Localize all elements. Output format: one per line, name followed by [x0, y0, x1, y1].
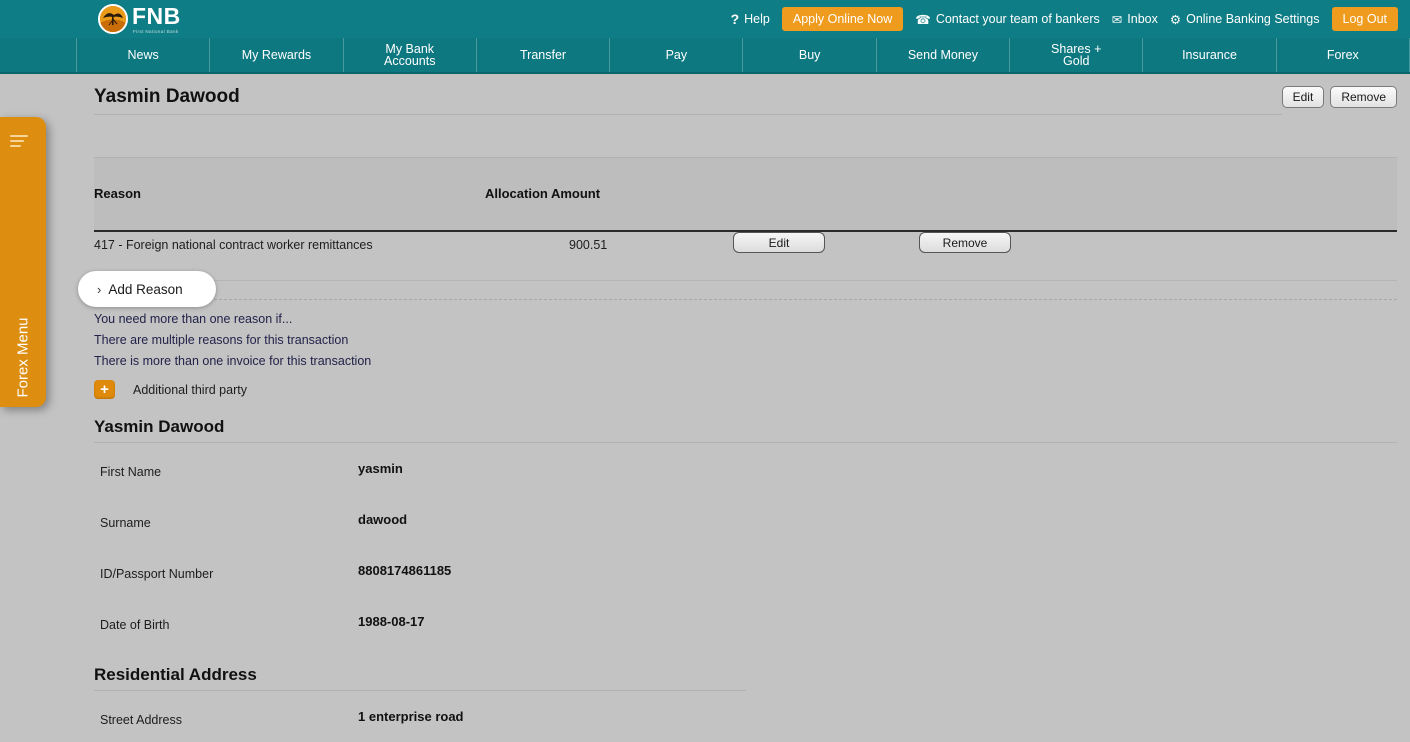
additional-third-party-row[interactable]: + Additional third party [94, 380, 1397, 399]
reasons-table-header: Reason Allocation Amount [94, 158, 1397, 232]
field-label: First Name [100, 465, 162, 479]
field-label: Surname [100, 516, 151, 530]
nav-item-my-rewards[interactable]: My Rewards [210, 38, 344, 72]
field-label: Street Address [100, 713, 182, 727]
row-edit-button[interactable]: Edit [733, 232, 825, 253]
table-row: 417 - Foreign national contract worker r… [94, 232, 1397, 281]
nav-label-line2: Accounts [384, 54, 436, 68]
help-label: Help [744, 12, 770, 26]
field-value: 1 enterprise road [358, 709, 464, 724]
nav-item-insurance[interactable]: Insurance [1143, 38, 1277, 72]
nav-label: Transfer [520, 48, 567, 62]
main-content: Yasmin Dawood Edit Remove Reason Allocat… [0, 74, 1410, 742]
notes-line-2: There is more than one invoice for this … [94, 354, 372, 368]
dashed-divider [94, 298, 1397, 300]
field-row-date-of-birth: Date of Birth 1988-08-17 [94, 607, 1397, 647]
help-link[interactable]: ? Help [731, 11, 770, 27]
field-value: yasmin [358, 461, 403, 476]
column-header-reason: Reason [94, 186, 141, 201]
contact-bankers-link[interactable]: ☎ Contact your team of bankers [915, 12, 1100, 27]
nav-label: Buy [798, 48, 821, 62]
field-label: ID/Passport Number [100, 567, 214, 581]
page-remove-button[interactable]: Remove [1330, 86, 1397, 108]
nav-item-send-money[interactable]: Send Money [877, 38, 1011, 72]
logo-tagline: First National Bank [133, 28, 179, 34]
forex-menu-tab[interactable]: Forex Menu [0, 117, 46, 407]
field-row-street-address: Street Address 1 enterprise road [94, 702, 1397, 742]
acacia-tree-logo-icon [98, 4, 128, 34]
field-label: Date of Birth [100, 618, 170, 632]
nav-item-news[interactable]: News [76, 38, 211, 72]
field-row-id-passport-number: ID/Passport Number 8808174861185 [94, 556, 1397, 596]
cell-allocation-amount: 900.51 [569, 238, 608, 252]
notes-line-1: There are multiple reasons for this tran… [94, 333, 349, 347]
cell-reason: 417 - Foreign national contract worker r… [94, 238, 373, 252]
page-edit-button[interactable]: Edit [1281, 86, 1325, 108]
inbox-label: Inbox [1127, 12, 1158, 26]
column-header-allocation-amount: Allocation Amount [485, 186, 601, 201]
gear-icon: ⚙ [1169, 12, 1182, 27]
field-value: 1988-08-17 [358, 614, 425, 629]
fnb-logo[interactable]: FNB First National Bank [98, 4, 181, 34]
online-banking-settings-label: Online Banking Settings [1186, 12, 1320, 26]
field-row-first-name: First Name yasmin [94, 454, 1397, 494]
add-reason-button[interactable]: › Add Reason [78, 271, 216, 307]
field-value: dawood [358, 512, 408, 527]
online-banking-settings-link[interactable]: ⚙ Online Banking Settings [1170, 12, 1320, 27]
forex-menu-label: Forex Menu [14, 317, 32, 398]
notes-heading: You need more than one reason if... [94, 312, 293, 326]
apply-online-now-button[interactable]: Apply Online Now [781, 7, 904, 31]
chevron-right-icon: › [97, 281, 102, 297]
field-value: 8808174861185 [358, 563, 452, 578]
question-icon: ? [730, 11, 740, 27]
nav-item-pay[interactable]: Pay [610, 38, 744, 72]
nav-label: Send Money [907, 48, 979, 62]
nav-label: My Rewards [241, 48, 312, 62]
log-out-button[interactable]: Log Out [1331, 7, 1398, 31]
add-reason-label: Add Reason [108, 281, 183, 297]
additional-third-party-label: Additional third party [133, 382, 247, 397]
nav-item-buy[interactable]: Buy [743, 38, 877, 72]
phone-icon: ☎ [915, 12, 931, 27]
nav-label: News [127, 48, 159, 62]
plus-icon[interactable]: + [94, 380, 115, 399]
nav-label-line2: Gold [1063, 54, 1090, 68]
envelope-icon: ✉ [1111, 12, 1123, 27]
address-section-title: Residential Address [94, 665, 746, 691]
nav-item-shares-gold[interactable]: Shares + Gold [1010, 38, 1144, 72]
main-navigation: News My Rewards My Bank Accounts Transfe… [0, 38, 1410, 74]
row-remove-button[interactable]: Remove [919, 232, 1011, 253]
nav-label: Forex [1326, 48, 1359, 62]
hamburger-icon[interactable] [10, 135, 28, 150]
top-header-bar: FNB First National Bank ? Help Apply Onl… [0, 0, 1410, 38]
nav-label: Insurance [1182, 48, 1237, 62]
inbox-link[interactable]: ✉ Inbox [1112, 12, 1158, 27]
field-row-surname: Surname dawood [94, 505, 1397, 545]
nav-item-transfer[interactable]: Transfer [477, 38, 611, 72]
header-links: ? Help Apply Online Now ☎ Contact your t… [731, 7, 1398, 31]
page-title: Yasmin Dawood [94, 74, 1282, 115]
page-action-buttons: Edit Remove [1281, 74, 1397, 108]
contact-bankers-label: Contact your team of bankers [935, 12, 1100, 26]
page-title-row: Yasmin Dawood Edit Remove [94, 74, 1397, 115]
nav-item-forex[interactable]: Forex [1277, 38, 1410, 72]
logo-brand-text: FNB [132, 2, 181, 29]
person-section-title: Yasmin Dawood [94, 417, 1397, 443]
nav-label: Pay [665, 48, 688, 62]
nav-item-my-bank-accounts[interactable]: My Bank Accounts [344, 38, 477, 72]
